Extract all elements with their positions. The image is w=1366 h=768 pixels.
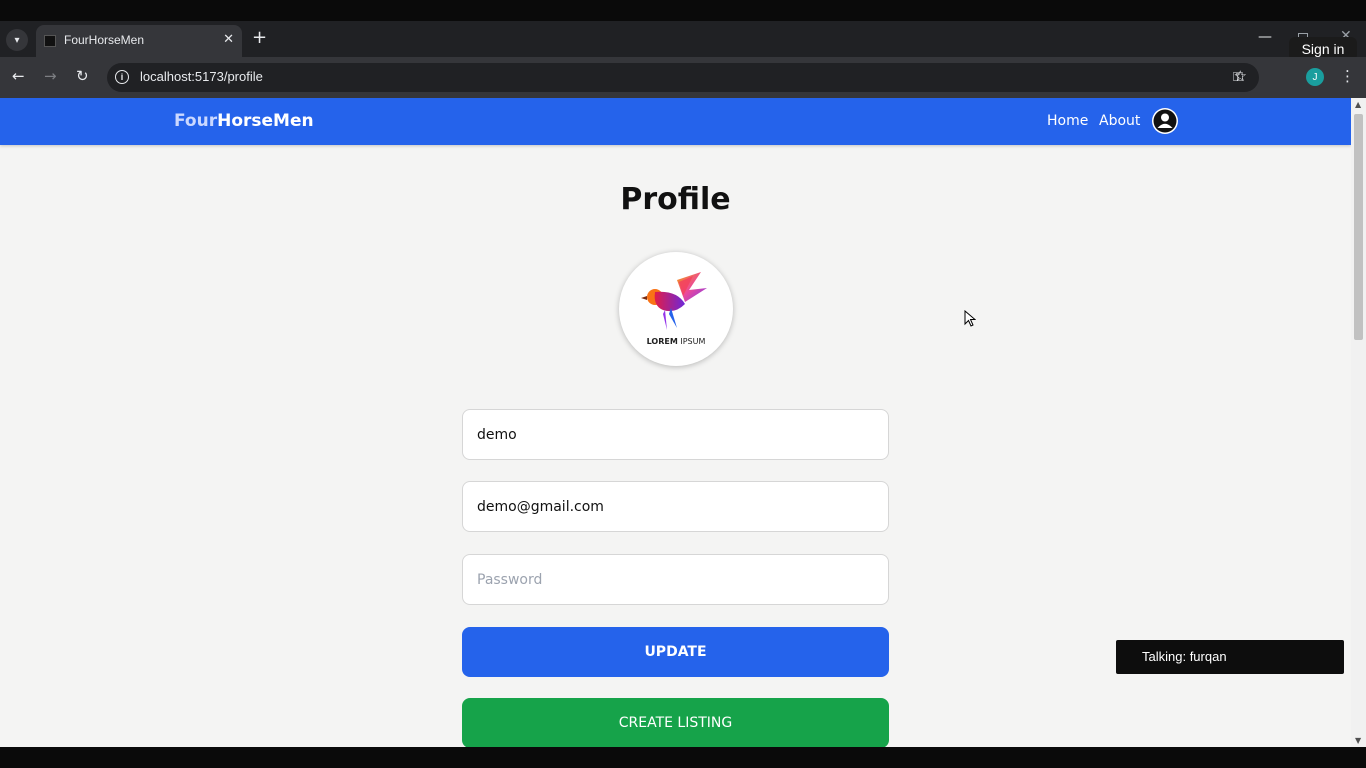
url-text[interactable]: localhost:5173/profile [140, 69, 263, 84]
username-input[interactable] [462, 409, 889, 460]
app-header: FourHorseMen Home About [0, 98, 1351, 145]
brand-logo[interactable]: FourHorseMen [174, 111, 314, 131]
password-input[interactable] [462, 554, 889, 605]
scroll-thumb[interactable] [1354, 114, 1363, 340]
update-button[interactable]: UPDATE [462, 627, 889, 677]
tab-search-chevron-icon[interactable]: ▾ [6, 29, 28, 51]
user-avatar-icon[interactable] [1152, 108, 1178, 134]
forward-arrow-icon[interactable]: → [44, 67, 57, 85]
browser-tab-bar: ▾ FourHorseMen ✕ + — ✕ Sign in [0, 21, 1366, 61]
nav-link-about[interactable]: About [1099, 113, 1140, 129]
brand-part-four: Four [174, 111, 218, 131]
brand-part-horsemen: HorseMen [217, 111, 314, 131]
page-title: Profile [620, 182, 731, 217]
reload-icon[interactable]: ↻ [76, 67, 89, 85]
browser-tab[interactable]: FourHorseMen ✕ [36, 25, 242, 57]
browser-menu-icon[interactable]: ⋮ [1340, 67, 1355, 85]
email-input[interactable] [462, 481, 889, 532]
page-scrollbar[interactable]: ▲ ▼ [1351, 98, 1366, 747]
bottom-strip [0, 747, 1366, 768]
nav-link-home[interactable]: Home [1047, 113, 1088, 129]
logo-caption-bold: LOREM [646, 337, 678, 346]
back-arrow-icon[interactable]: ← [12, 67, 25, 85]
tab-close-icon[interactable]: ✕ [223, 31, 234, 47]
bookmark-star-icon[interactable]: ☆ [1234, 67, 1247, 85]
scroll-down-arrow-icon[interactable]: ▼ [1355, 736, 1361, 745]
scroll-up-arrow-icon[interactable]: ▲ [1355, 100, 1361, 109]
talking-indicator: Talking: furqan [1116, 640, 1344, 674]
tab-favicon-icon [44, 35, 56, 47]
create-listing-button[interactable]: CREATE LISTING [462, 698, 889, 747]
window-minimize-icon[interactable]: — [1258, 29, 1272, 45]
top-strip [0, 0, 1366, 21]
bird-logo-icon [641, 272, 707, 330]
logo-caption: LOREM IPSUM [619, 337, 733, 346]
logo-caption-light: IPSUM [680, 337, 706, 346]
new-tab-icon[interactable]: + [252, 29, 267, 47]
address-bar[interactable]: i localhost:5173/profile ⚿ ☆ [107, 63, 1259, 92]
tab-title: FourHorseMen [64, 33, 145, 47]
site-info-icon[interactable]: i [115, 70, 129, 84]
browser-toolbar: ← → ↻ i localhost:5173/profile ⚿ ☆ J ⋮ [0, 57, 1366, 98]
browser-profile-avatar[interactable]: J [1306, 68, 1324, 86]
mouse-cursor-icon [964, 310, 976, 327]
profile-avatar[interactable]: LOREM IPSUM [619, 252, 733, 366]
